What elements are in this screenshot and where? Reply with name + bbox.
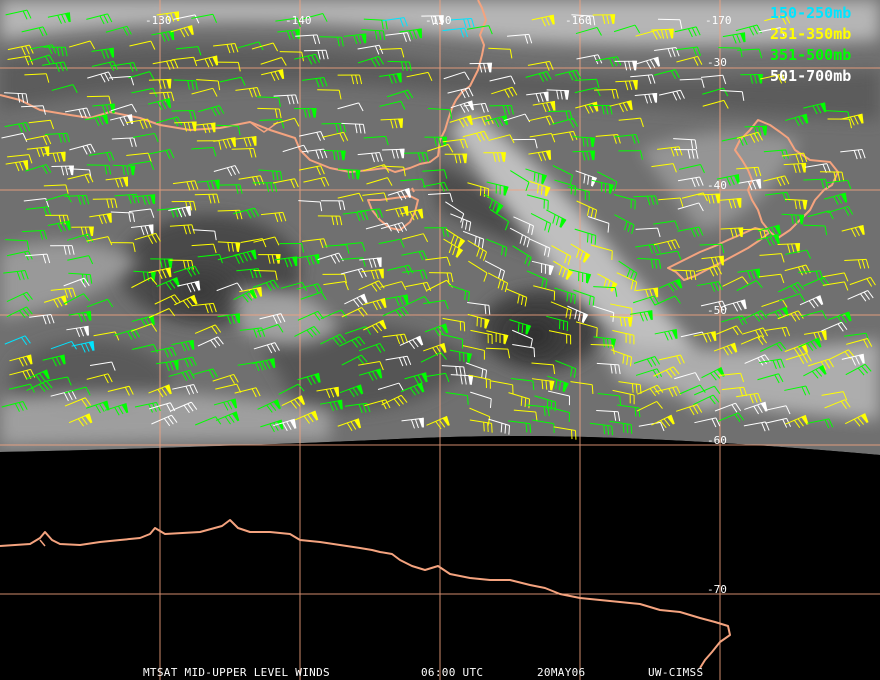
data-source: UW-CIMSS xyxy=(648,666,703,679)
lon-label: -140 xyxy=(285,14,312,27)
observation-date: 20MAY06 xyxy=(537,666,585,679)
lat-label: -70 xyxy=(707,583,727,596)
product-title: MTSAT MID-UPPER LEVEL WINDS xyxy=(143,666,330,679)
wind-map: -130 -140 -150 -160 -170 -30 -40 -50 -60… xyxy=(0,0,880,680)
lat-label: -40 xyxy=(707,179,727,192)
lon-label: -160 xyxy=(565,14,592,27)
legend-entry-351-500mb: 351-500mb xyxy=(770,46,851,64)
lat-label: -50 xyxy=(707,304,727,317)
lat-label: -60 xyxy=(707,434,727,447)
satellite-image: -130 -140 -150 -160 -170 -30 -40 -50 -60… xyxy=(0,0,880,680)
lon-label: -150 xyxy=(425,14,452,27)
observation-time: 06:00 UTC xyxy=(421,666,483,679)
legend-entry-150-250mb: 150-250mb xyxy=(770,4,851,22)
lat-label: -30 xyxy=(707,56,727,69)
lon-label: -170 xyxy=(705,14,732,27)
legend-entry-501-700mb: 501-700mb xyxy=(770,67,851,85)
lon-label: -130 xyxy=(145,14,172,27)
legend-entry-251-350mb: 251-350mb xyxy=(770,25,851,43)
